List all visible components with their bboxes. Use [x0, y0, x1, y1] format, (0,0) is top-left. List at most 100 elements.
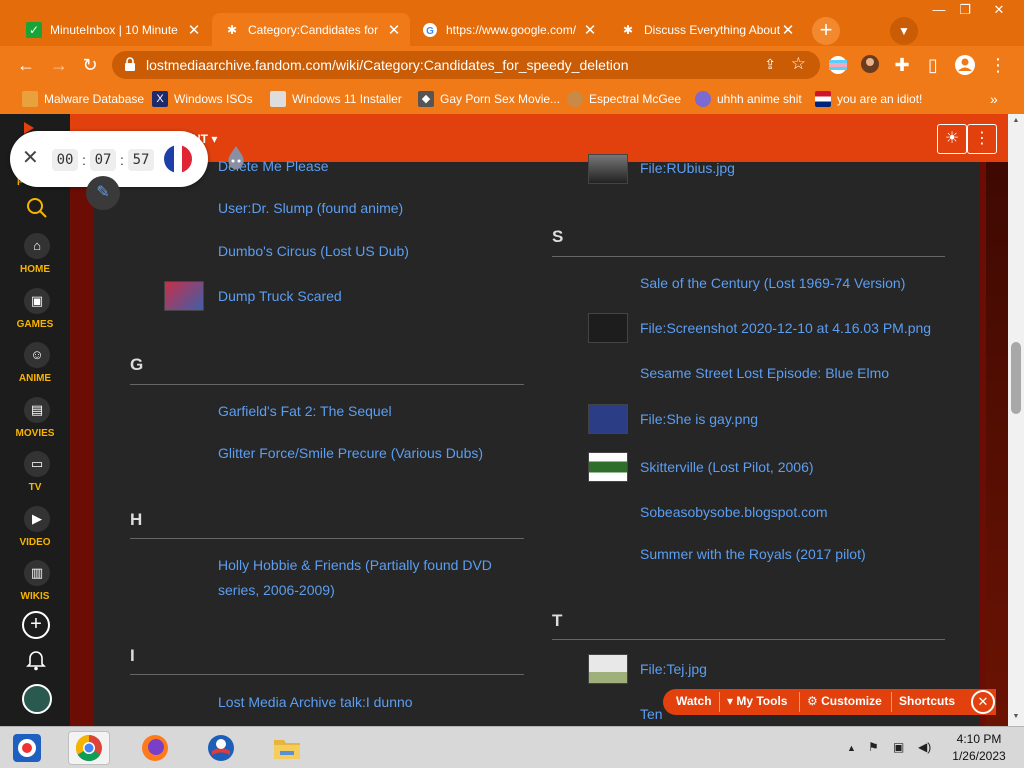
chrome-icon[interactable]: [68, 731, 110, 765]
bookmark-star-icon[interactable]: ☆: [791, 54, 806, 74]
wiki-tools-bar: Watch ▾ My Tools ⚙ Customize Shortcuts: [663, 689, 996, 715]
nav-wikis[interactable]: ▥ WIKIS: [0, 560, 70, 614]
category-link[interactable]: Skitterville (Lost Pilot, 2006): [640, 459, 814, 475]
thumbnail-she-is-gay[interactable]: [588, 404, 628, 434]
thumbnail-tej[interactable]: [588, 654, 628, 684]
minimize-icon[interactable]: —: [926, 2, 952, 18]
action-center-flag-icon[interactable]: ⚑: [868, 740, 879, 754]
edit-pencil-icon[interactable]: ✎: [86, 176, 120, 210]
france-flag-icon[interactable]: [164, 145, 192, 173]
bookmark-malware-database[interactable]: Malware Database: [22, 90, 144, 108]
bookmark-gay-porn[interactable]: ◆ Gay Porn Sex Movie...: [418, 90, 560, 108]
forward-icon[interactable]: →: [48, 54, 70, 76]
bookmark-espectral-mcgee[interactable]: Espectral McGee: [567, 90, 681, 108]
nav-games[interactable]: ▣ GAMES: [0, 288, 70, 342]
close-tools-icon[interactable]: ✕: [971, 690, 995, 714]
lock-icon: [125, 57, 135, 71]
watch-button[interactable]: Watch: [676, 694, 712, 708]
profile-flag-icon[interactable]: [827, 55, 849, 77]
category-link[interactable]: Lost Media Archive talk:I dunno: [218, 694, 413, 710]
close-window-icon[interactable]: ✕: [986, 2, 1012, 18]
maximize-icon[interactable]: ❐: [952, 2, 978, 18]
chrome-menu-icon[interactable]: ⋮: [987, 54, 1009, 76]
timer-separator: :: [120, 152, 124, 168]
fandom-sidebar: F ⌂ HOME ▣ GAMES ☺ ANIME ▤ MOVIES ▭ TV ▶…: [0, 114, 70, 726]
page-scrollbar[interactable]: ▲ ▼: [1008, 114, 1024, 726]
firefox-icon[interactable]: [138, 731, 172, 765]
nav-video[interactable]: ▶ VIDEO: [0, 506, 70, 560]
thumbnail-skitterville[interactable]: [588, 452, 628, 482]
chromium-icon[interactable]: [10, 731, 44, 765]
scroll-down-icon[interactable]: ▼: [1008, 710, 1024, 724]
mascot-icon: [224, 145, 248, 171]
category-link[interactable]: File:Screenshot 2020-12-10 at 4.16.03 PM…: [640, 320, 931, 336]
category-link[interactable]: File:RUbius.jpg: [640, 160, 735, 176]
category-link[interactable]: Dump Truck Scared: [218, 288, 342, 304]
category-link[interactable]: Sesame Street Lost Episode: Blue Elmo: [640, 365, 889, 381]
tab-candidates[interactable]: ✱ Category:Candidates for ✕: [212, 13, 410, 46]
more-options-icon[interactable]: ⋮: [967, 124, 997, 154]
new-tab-button[interactable]: +: [812, 17, 840, 45]
side-panel-icon[interactable]: ▯: [922, 54, 944, 76]
tab-discuss[interactable]: ✱ Discuss Everything About ✕: [608, 13, 804, 46]
extensions-icon[interactable]: ✚: [891, 54, 913, 76]
category-link[interactable]: File:Tej.jpg: [640, 661, 707, 677]
category-link[interactable]: Sale of the Century (Lost 1969-74 Versio…: [640, 275, 905, 291]
category-link[interactable]: User:Dr. Slump (found anime): [218, 200, 403, 216]
close-tab-icon[interactable]: ✕: [582, 21, 598, 39]
nav-anime[interactable]: ☺ ANIME: [0, 342, 70, 396]
tab-google[interactable]: G https://www.google.com/ ✕: [410, 13, 606, 46]
tab-minuteinbox[interactable]: ✓ MinuteInbox | 10 Minute ✕: [14, 13, 210, 46]
my-tools-button[interactable]: ▾ My Tools: [727, 694, 787, 708]
category-link[interactable]: Garfield's Fat 2: The Sequel: [218, 403, 392, 419]
thumbnail-rubius[interactable]: [588, 154, 628, 184]
close-tab-icon[interactable]: ✕: [386, 21, 402, 39]
category-link[interactable]: Glitter Force/Smile Precure (Various Dub…: [218, 445, 483, 461]
shortcuts-button[interactable]: Shortcuts: [899, 694, 955, 708]
customize-button[interactable]: ⚙ Customize: [807, 694, 882, 708]
reload-icon[interactable]: ↻: [79, 54, 101, 76]
extension-avatar-icon[interactable]: [859, 54, 881, 76]
close-tab-icon[interactable]: ✕: [186, 21, 202, 39]
tray-expand-icon[interactable]: ▲: [847, 743, 856, 753]
bookmark-anime[interactable]: uhhh anime shit: [695, 90, 802, 108]
tab-search-button[interactable]: ▼: [890, 17, 918, 45]
file-explorer-icon[interactable]: [270, 731, 304, 765]
bookmark-windows-isos[interactable]: X Windows ISOs: [152, 90, 253, 108]
system-clock[interactable]: 4:10 PM 1/26/2023: [944, 731, 1014, 765]
create-icon[interactable]: +: [22, 611, 50, 639]
category-link[interactable]: Summer with the Royals (2017 pilot): [640, 546, 866, 562]
account-icon[interactable]: [954, 54, 976, 76]
thumbnail-dump-truck[interactable]: [164, 281, 204, 311]
close-timer-icon[interactable]: ✕: [22, 147, 39, 169]
address-bar[interactable]: lostmediaarchive.fandom.com/wiki/Categor…: [112, 51, 820, 79]
section-divider: [130, 674, 524, 675]
obama-logo-icon[interactable]: [204, 731, 238, 765]
back-icon[interactable]: ←: [15, 54, 37, 76]
bookmark-windows-11-installer[interactable]: Windows 11 Installer: [270, 90, 402, 108]
nav-movies[interactable]: ▤ MOVIES: [0, 397, 70, 451]
category-link[interactable]: File:She is gay.png: [640, 411, 758, 427]
category-link[interactable]: Holly Hobbie & Friends (Partially found …: [218, 553, 518, 603]
section-letter: I: [130, 646, 135, 665]
category-link[interactable]: Dumbo's Circus (Lost US Dub): [218, 243, 409, 259]
network-icon[interactable]: ▣: [893, 740, 904, 754]
theme-toggle-icon[interactable]: ☀: [937, 124, 967, 154]
share-icon[interactable]: ⇪: [764, 56, 776, 73]
close-tab-icon[interactable]: ✕: [780, 21, 796, 39]
installer-icon: [270, 91, 286, 107]
nav-tv[interactable]: ▭ TV: [0, 451, 70, 505]
scrollbar-thumb[interactable]: [1011, 342, 1021, 414]
bookmark-you-are-an-idiot[interactable]: you are an idiot!: [815, 90, 922, 108]
anime-icon: ☺: [24, 342, 50, 368]
category-link[interactable]: Ten: [640, 706, 663, 722]
user-avatar[interactable]: [22, 684, 52, 714]
bookmarks-overflow[interactable]: »: [990, 90, 998, 108]
notifications-icon[interactable]: [26, 649, 46, 671]
search-icon[interactable]: [25, 196, 49, 220]
volume-icon[interactable]: ◀): [918, 740, 931, 754]
scroll-up-icon[interactable]: ▲: [1008, 114, 1024, 128]
category-link[interactable]: Sobeasobysobe.blogspot.com: [640, 504, 828, 520]
nav-home[interactable]: ⌂ HOME: [0, 233, 70, 287]
thumbnail-screenshot[interactable]: [588, 313, 628, 343]
